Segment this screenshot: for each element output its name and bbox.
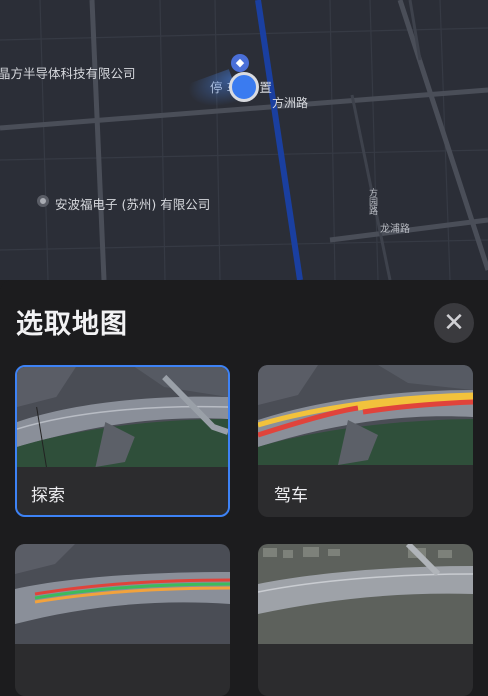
poi-label-jingfang[interactable]: 晶方半导体科技有限公司 [0,63,136,82]
satellite-map-thumbnail [258,544,473,644]
map-roads [0,0,488,280]
map-option-satellite[interactable] [258,544,473,696]
explore-map-thumbnail [17,367,228,467]
map-option-explore[interactable]: 探索 [15,365,230,517]
map-view[interactable]: 晶方半导体科技有限公司 安波福电子 (苏州) 有限公司 方洲路 龙浦路 方园路 … [0,0,488,280]
map-option-driving[interactable]: 驾车 [258,365,473,517]
road-label-longpu: 龙浦路 [380,224,410,235]
map-option-label: 探索 [31,486,65,506]
car-icon[interactable]: ◆ [231,54,249,72]
poi-marker-icon[interactable] [37,195,49,207]
road-label-fangyuan: 方园路 [367,188,377,215]
close-button[interactable]: ✕ [434,303,474,343]
transit-map-thumbnail [15,544,230,644]
close-icon: ✕ [443,308,465,338]
road-label-fangzhou: 方洲路 [272,96,309,110]
poi-label-anbofu[interactable]: 安波福电子 (苏州) 有限公司 [55,194,210,213]
driving-map-thumbnail [258,365,473,465]
map-option-transit[interactable] [15,544,230,696]
sheet-title: 选取地图 [16,309,128,340]
map-picker-sheet: 选取地图 ✕ 探索 驾车 [0,280,488,696]
map-option-label: 驾车 [274,486,308,506]
current-location-icon[interactable] [229,72,259,102]
